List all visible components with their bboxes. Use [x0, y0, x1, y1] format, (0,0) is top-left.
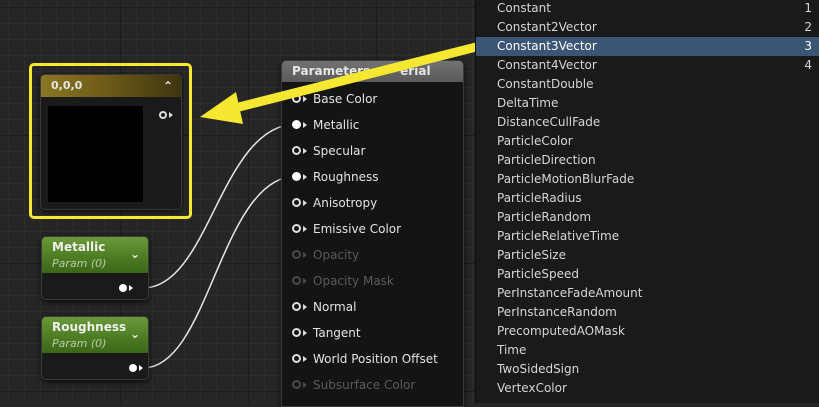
list-item[interactable]: Constant3Vector 3 — [476, 37, 819, 56]
list-item-shortcut: 1 — [804, 1, 812, 15]
list-item[interactable]: ParticleRadius — [476, 189, 819, 208]
list-item[interactable]: DistanceCullFade — [476, 113, 819, 132]
list-item[interactable]: ParticleSize — [476, 246, 819, 265]
list-item[interactable]: PerInstanceRandom — [476, 303, 819, 322]
list-item[interactable]: ParticleMotionBlurFade — [476, 170, 819, 189]
annotation-arrow-head — [200, 92, 243, 124]
list-item-label: Constant — [497, 1, 551, 15]
list-item-label: PrecomputedAOMask — [497, 324, 625, 338]
list-item-label: ParticleColor — [497, 134, 573, 148]
list-item[interactable]: TwoSidedSign — [476, 360, 819, 379]
node-type-list[interactable]: Constant 1 Constant2Vector 2 Constant3Vector… — [475, 0, 819, 403]
list-item[interactable]: ParticleRelativeTime — [476, 227, 819, 246]
list-item-label: ParticleRadius — [497, 191, 582, 205]
list-item[interactable]: Constant 1 — [476, 0, 819, 18]
list-item-label: ParticleRandom — [497, 210, 592, 224]
list-item[interactable]: Constant2Vector 2 — [476, 18, 819, 37]
list-item[interactable]: ConstantDouble — [476, 75, 819, 94]
list-item-shortcut: 4 — [804, 58, 812, 72]
list-item-label: TwoSidedSign — [497, 362, 580, 376]
list-item-label: Constant3Vector — [497, 39, 597, 53]
list-item-label: ParticleSize — [497, 248, 566, 262]
list-item-label: DeltaTime — [497, 96, 559, 110]
list-item-label: ParticleRelativeTime — [497, 229, 620, 243]
list-item[interactable]: DeltaTime — [476, 94, 819, 113]
list-item[interactable]: Constant4Vector 4 — [476, 56, 819, 75]
list-item-label: ParticleSpeed — [497, 267, 579, 281]
list-item-shortcut: 2 — [804, 20, 812, 34]
annotation-arrow-shaft — [233, 39, 490, 113]
list-item[interactable]: Time — [476, 341, 819, 360]
list-item[interactable]: VertexColor — [476, 379, 819, 398]
list-item[interactable]: ParticleColor — [476, 132, 819, 151]
list-item[interactable]: PerInstanceFadeAmount — [476, 284, 819, 303]
list-item-label: Constant2Vector — [497, 20, 597, 34]
list-item-label: Constant4Vector — [497, 58, 597, 72]
list-item[interactable]: PrecomputedAOMask — [476, 322, 819, 341]
list-item[interactable]: ParticleDirection — [476, 151, 819, 170]
list-item-label: PerInstanceFadeAmount — [497, 286, 643, 300]
list-item-label: Time — [497, 343, 527, 357]
list-item-label: ConstantDouble — [497, 77, 594, 91]
list-item-label: PerInstanceRandom — [497, 305, 617, 319]
list-item-label: VertexColor — [497, 381, 567, 395]
list-item-label: ParticleDirection — [497, 153, 596, 167]
list-item[interactable]: ParticleSpeed — [476, 265, 819, 284]
list-item[interactable]: ParticleRandom — [476, 208, 819, 227]
list-item-shortcut: 3 — [804, 39, 812, 53]
list-item-label: ParticleMotionBlurFade — [497, 172, 635, 186]
list-item-label: DistanceCullFade — [497, 115, 601, 129]
